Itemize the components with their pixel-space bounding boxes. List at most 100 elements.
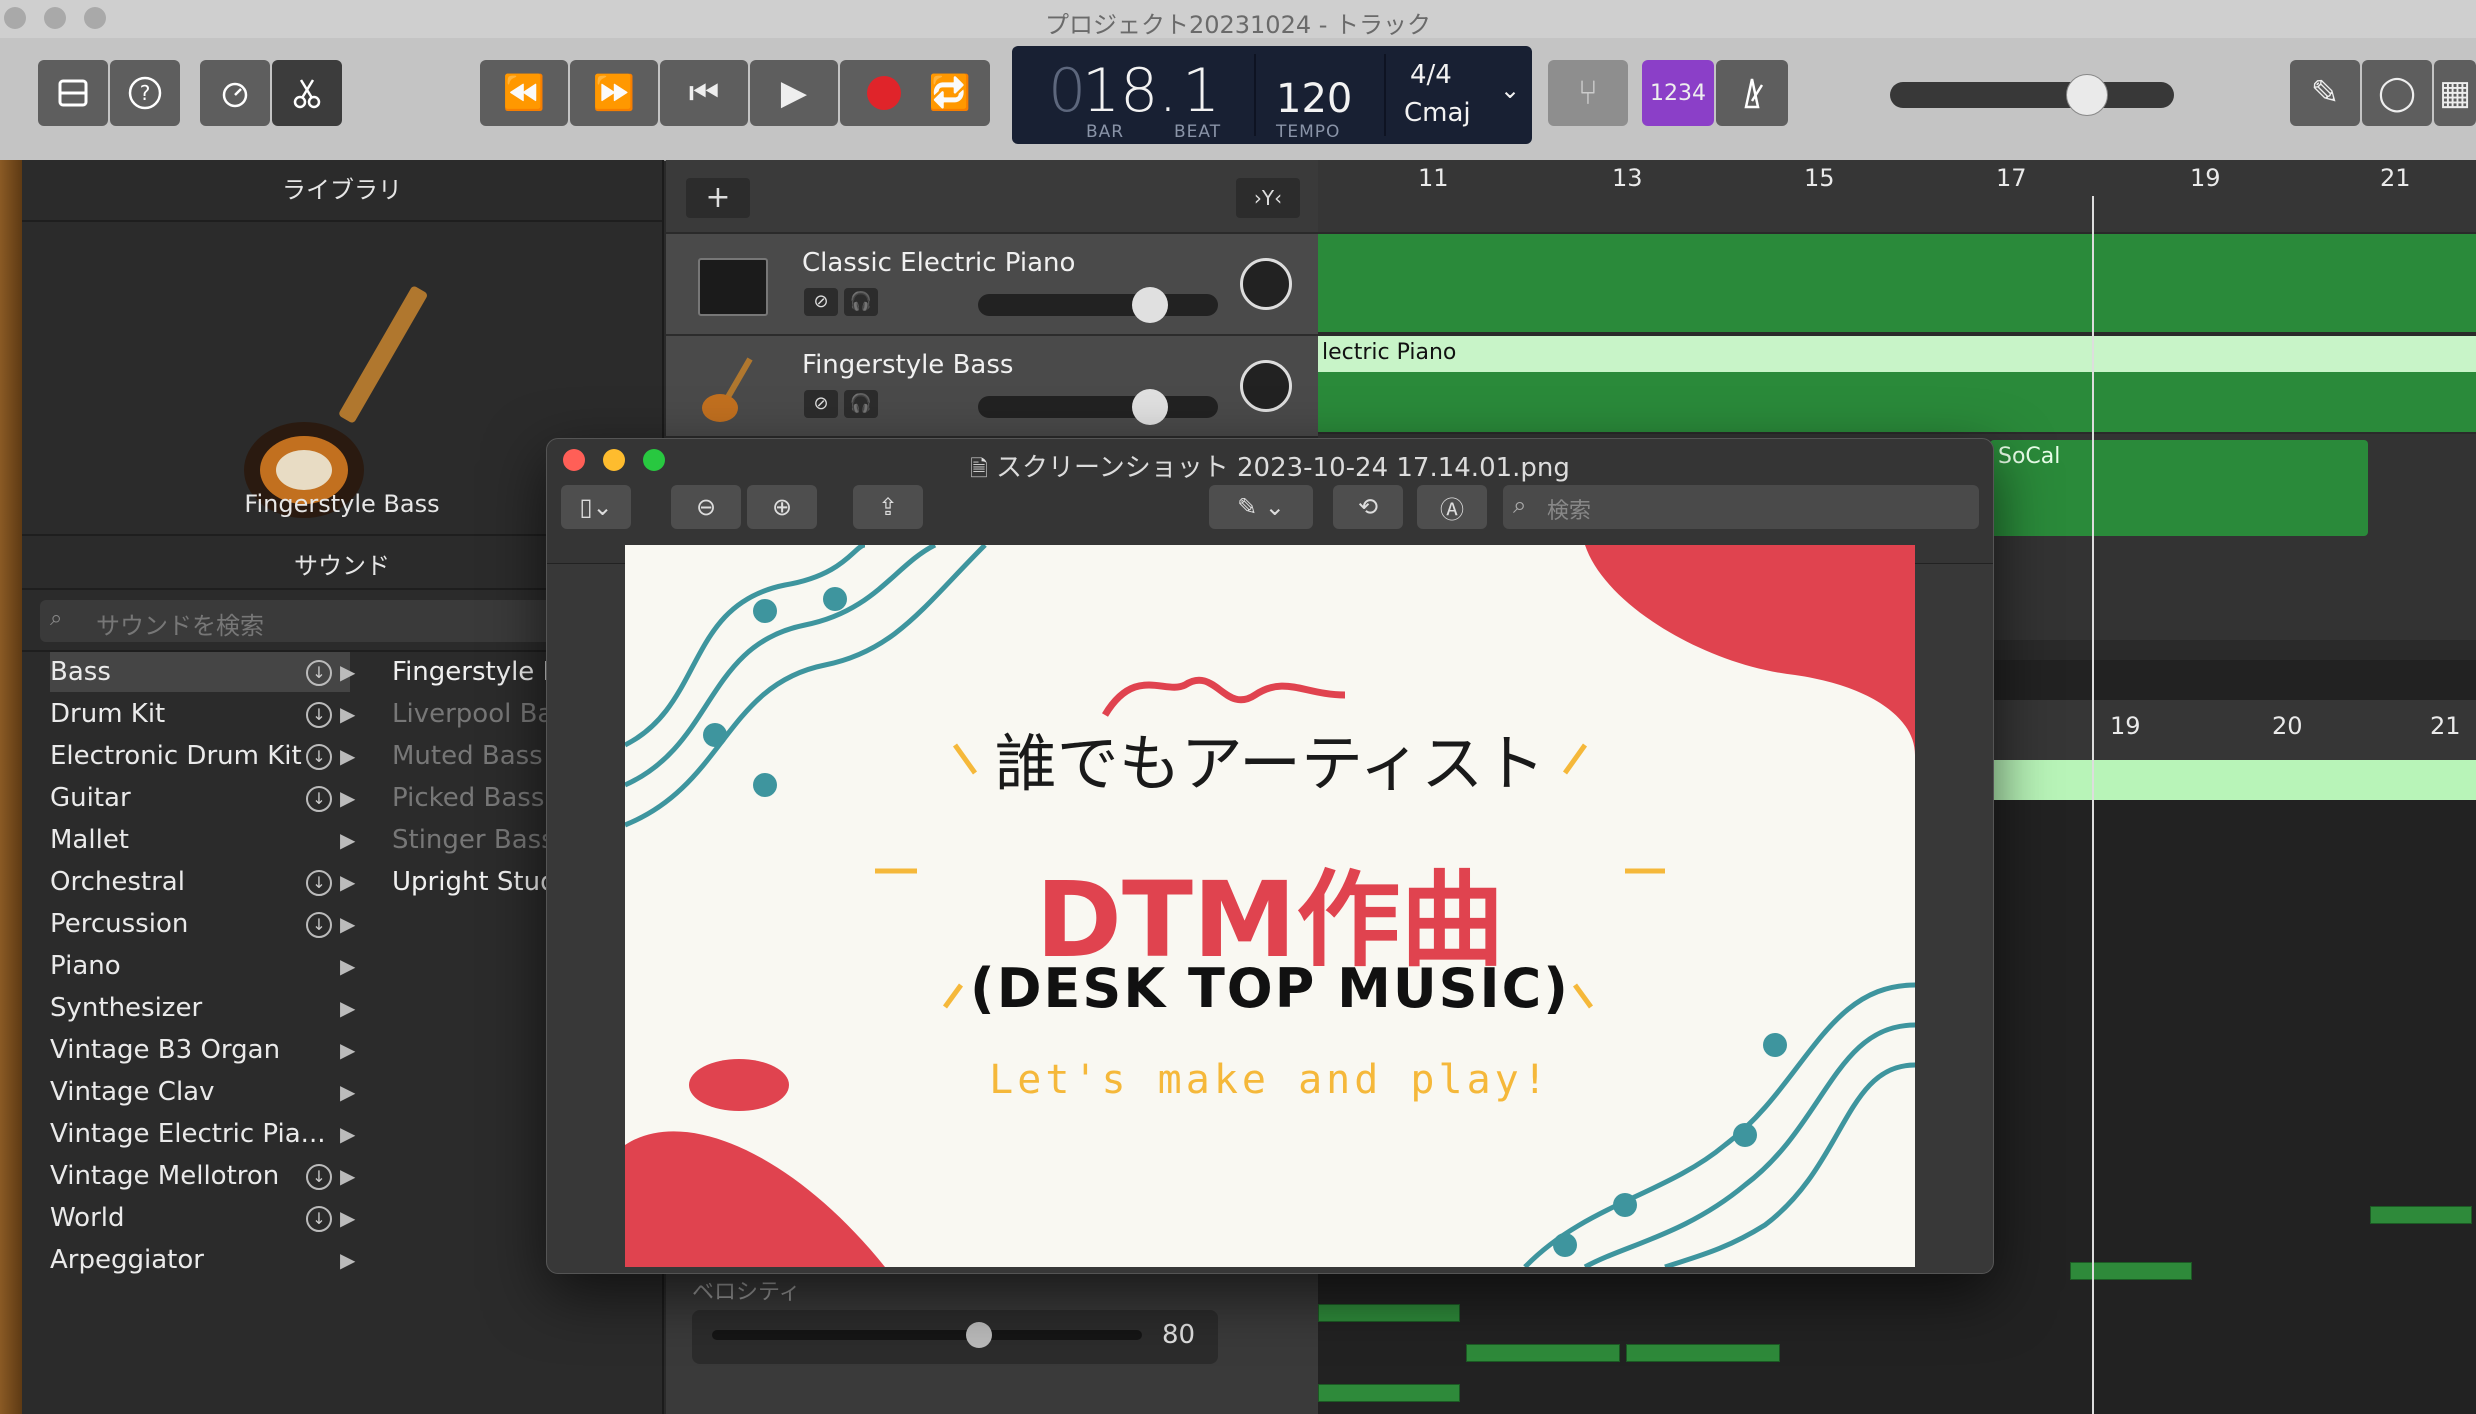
midi-note[interactable] bbox=[2070, 1262, 2192, 1280]
go-to-beginning-button[interactable]: ⏮ bbox=[660, 60, 748, 126]
category-item[interactable]: Drum Kit ↓ ▶ bbox=[50, 694, 355, 734]
rewind-button[interactable]: ⏪ bbox=[480, 60, 568, 126]
patch-item[interactable]: Muted Bass bbox=[392, 736, 543, 776]
category-item[interactable]: Bass ↓ ▶ bbox=[50, 652, 355, 692]
track-volume-slider[interactable] bbox=[978, 396, 1218, 418]
mute-button[interactable]: ⊘ bbox=[804, 390, 838, 418]
midi-note[interactable] bbox=[1318, 1304, 1460, 1322]
play-button[interactable]: ▶ bbox=[750, 60, 838, 126]
category-item[interactable]: Orchestral ↓ ▶ bbox=[50, 862, 355, 902]
category-item[interactable]: Vintage Clav ▶ bbox=[50, 1072, 355, 1112]
velocity-thumb[interactable] bbox=[966, 1322, 992, 1348]
track-volume-slider[interactable] bbox=[978, 294, 1218, 316]
track-header-piano[interactable]: Classic Electric Piano ⊘ 🎧 bbox=[666, 234, 1318, 336]
window-title: プロジェクト20231024 - トラック bbox=[1044, 11, 1432, 39]
add-track-button[interactable]: + bbox=[686, 178, 750, 218]
tuning-fork-icon: ⑂ bbox=[1577, 73, 1599, 113]
library-button[interactable] bbox=[38, 60, 108, 126]
midi-note[interactable] bbox=[2370, 1206, 2472, 1224]
download-icon[interactable]: ↓ bbox=[306, 744, 332, 770]
markup-icon: Ⓐ bbox=[1440, 495, 1464, 524]
patch-item[interactable]: Stinger Bass bbox=[392, 820, 555, 860]
title-bar: プロジェクト20231024 - トラック bbox=[0, 0, 2476, 39]
smart-controls-button[interactable] bbox=[200, 60, 270, 126]
socal-region[interactable]: SoCal bbox=[1990, 440, 2368, 536]
category-item[interactable]: Mallet ▶ bbox=[50, 820, 355, 860]
category-label: Drum Kit bbox=[50, 699, 166, 729]
fast-forward-button[interactable]: ⏩ bbox=[570, 60, 658, 126]
midi-note[interactable] bbox=[1318, 1384, 1460, 1402]
pan-knob[interactable] bbox=[1240, 360, 1292, 412]
zoom-out-button[interactable]: ⊖ bbox=[671, 485, 741, 529]
dial-icon bbox=[222, 82, 248, 108]
track-header-bass[interactable]: Fingerstyle Bass ⊘ 🎧 bbox=[666, 336, 1318, 438]
highlight-button[interactable]: ✎ ⌄ bbox=[1209, 485, 1313, 529]
help-button[interactable]: ? bbox=[110, 60, 180, 126]
beat-label: BEAT bbox=[1174, 122, 1222, 142]
preview-window[interactable]: 🗎 スクリーンショット 2023-10-24 17.14.01.png ▯⌄ ⊖… bbox=[546, 438, 1994, 1274]
metronome-button[interactable] bbox=[1716, 60, 1788, 126]
download-icon[interactable]: ↓ bbox=[306, 912, 332, 938]
track-volume-thumb[interactable] bbox=[1132, 287, 1168, 323]
share-button[interactable]: ⇪ bbox=[853, 485, 923, 529]
cycle-button[interactable]: 🔁 bbox=[910, 60, 990, 126]
download-icon[interactable]: ↓ bbox=[306, 870, 332, 896]
category-label: Electronic Drum Kit bbox=[50, 741, 302, 771]
solo-button[interactable]: 🎧 bbox=[844, 288, 878, 316]
category-item[interactable]: Synthesizer ▶ bbox=[50, 988, 355, 1028]
download-icon[interactable]: ↓ bbox=[306, 702, 332, 728]
editor-ruler-mark: 21 bbox=[2430, 712, 2461, 740]
chevron-right-icon: ▶ bbox=[340, 1206, 356, 1230]
rotate-button[interactable]: ⟲ bbox=[1333, 485, 1403, 529]
category-label: Vintage Mellotron bbox=[50, 1161, 280, 1191]
lcd-display[interactable]: 0 18. 1 BAR BEAT 120 TEMPO 4/4 Cmaj ⌄ bbox=[1012, 46, 1532, 144]
notepad-button[interactable]: ✎ bbox=[2290, 60, 2360, 126]
piano-region[interactable] bbox=[1318, 234, 2476, 332]
category-item[interactable]: Electronic Drum Kit ↓ ▶ bbox=[50, 736, 355, 776]
timeline-ruler[interactable] bbox=[1318, 160, 2476, 232]
zoom-in-button[interactable]: ⊕ bbox=[747, 485, 817, 529]
mute-button[interactable]: ⊘ bbox=[804, 288, 838, 316]
media-browser-button[interactable]: ▦ bbox=[2434, 60, 2476, 126]
region-label: lectric Piano bbox=[1322, 340, 1457, 365]
playhead[interactable] bbox=[2092, 196, 2094, 1414]
bass-track-icon bbox=[696, 352, 770, 426]
category-item[interactable]: Piano ▶ bbox=[50, 946, 355, 986]
category-item[interactable]: Percussion ↓ ▶ bbox=[50, 904, 355, 944]
master-volume-slider[interactable] bbox=[1890, 82, 2174, 108]
midi-note[interactable] bbox=[1466, 1344, 1620, 1362]
velocity-slider[interactable] bbox=[712, 1330, 1142, 1340]
category-item[interactable]: Vintage B3 Organ ▶ bbox=[50, 1030, 355, 1070]
lcd-menu-chevron-icon[interactable]: ⌄ bbox=[1500, 76, 1520, 104]
catch-playhead-button[interactable]: ›Y‹ bbox=[1236, 178, 1300, 218]
download-icon[interactable]: ↓ bbox=[306, 786, 332, 812]
skip-back-icon: ⏮ bbox=[688, 73, 720, 113]
patch-item[interactable]: Picked Bass bbox=[392, 778, 544, 818]
count-in-button[interactable]: 1234 bbox=[1642, 60, 1714, 126]
download-icon[interactable]: ↓ bbox=[306, 1164, 332, 1190]
master-volume-thumb[interactable] bbox=[2066, 74, 2108, 116]
sound-search-placeholder: サウンドを検索 bbox=[96, 612, 264, 640]
category-item[interactable]: Vintage Mellotron ↓ ▶ bbox=[50, 1156, 355, 1196]
pan-knob[interactable] bbox=[1240, 258, 1292, 310]
download-icon[interactable]: ↓ bbox=[306, 1206, 332, 1232]
category-item[interactable]: Arpeggiator ▶ bbox=[50, 1240, 355, 1280]
solo-button[interactable]: 🎧 bbox=[844, 390, 878, 418]
markup-button[interactable]: Ⓐ bbox=[1417, 485, 1487, 529]
midi-note[interactable] bbox=[1626, 1344, 1780, 1362]
chevron-right-icon: ▶ bbox=[340, 870, 356, 894]
editors-button[interactable] bbox=[272, 60, 342, 126]
category-item[interactable]: Vintage Electric Pia... ▶ bbox=[50, 1114, 355, 1154]
tuner-button[interactable]: ⑂ bbox=[1548, 60, 1628, 126]
loops-button[interactable]: ◯ bbox=[2362, 60, 2432, 126]
track-volume-thumb[interactable] bbox=[1132, 389, 1168, 425]
category-item[interactable]: Guitar ↓ ▶ bbox=[50, 778, 355, 818]
category-item[interactable]: World ↓ ▶ bbox=[50, 1198, 355, 1238]
download-icon[interactable]: ↓ bbox=[306, 660, 332, 686]
library-header: ライブラリ bbox=[282, 176, 402, 204]
sidebar-toggle-button[interactable]: ▯⌄ bbox=[561, 485, 631, 529]
tempo-value: 120 bbox=[1276, 76, 1353, 122]
rewind-icon: ⏪ bbox=[502, 73, 546, 113]
preview-search-field[interactable]: ⌕ 検索 bbox=[1503, 485, 1979, 529]
category-label: Arpeggiator bbox=[50, 1245, 204, 1275]
